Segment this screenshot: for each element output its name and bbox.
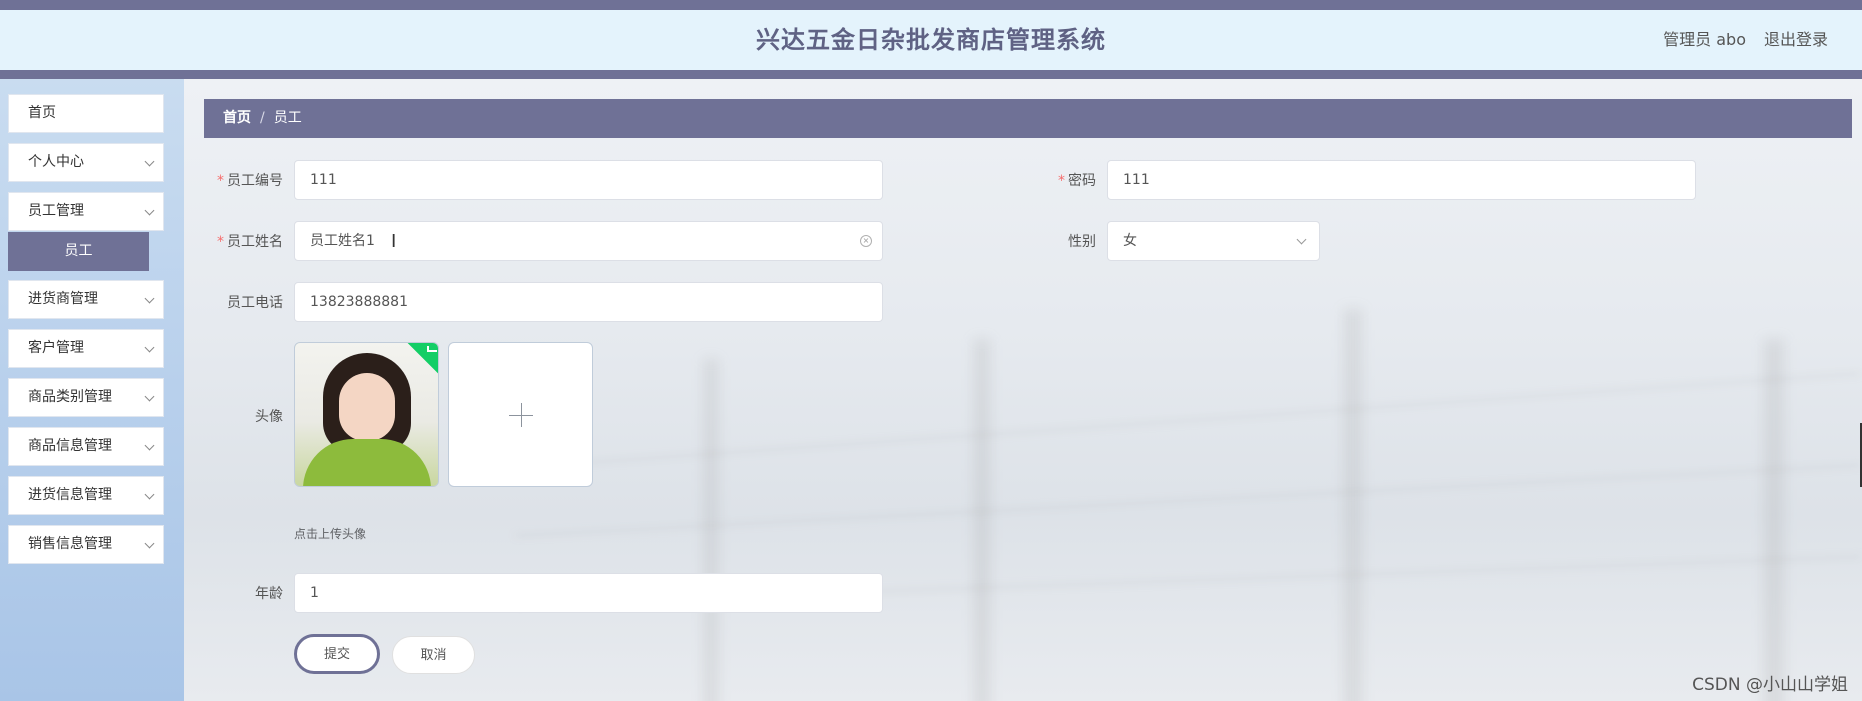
watermark: CSDN @小山山学姐	[1692, 675, 1848, 695]
sidebar-item-customer-management[interactable]: 客户管理	[8, 329, 164, 368]
app-title: 兴达五金日杂批发商店管理系统	[756, 26, 1106, 54]
breadcrumb-separator: /	[260, 110, 265, 126]
phone-label: 员工电话	[227, 295, 283, 311]
current-user: 管理员 abo	[1663, 30, 1746, 49]
sidebar-item-sales-management[interactable]: 销售信息管理	[8, 525, 164, 564]
chevron-down-icon	[144, 156, 155, 167]
sidebar-item-label: 商品信息管理	[28, 438, 112, 454]
background-decor	[704, 359, 718, 701]
upload-avatar-button[interactable]	[448, 342, 593, 487]
upload-hint: 点击上传头像	[294, 527, 367, 541]
avatar-label: 头像	[255, 409, 283, 425]
header-bottom-strip	[0, 70, 1862, 79]
cancel-button[interactable]: 取消	[392, 636, 475, 674]
sidebar-item-purchase-management[interactable]: 进货信息管理	[8, 476, 164, 515]
chevron-down-icon	[1296, 234, 1307, 245]
chevron-down-icon	[144, 205, 155, 216]
emp-name-label: * 员工姓名	[217, 234, 283, 250]
sidebar-item-label: 个人中心	[28, 154, 84, 170]
sidebar-item-label: 销售信息管理	[28, 536, 112, 552]
sidebar-item-supplier-management[interactable]: 进货商管理	[8, 280, 164, 319]
required-mark: *	[217, 173, 224, 189]
sidebar-item-label: 首页	[28, 105, 56, 121]
chevron-down-icon	[144, 391, 155, 402]
header-top-strip	[0, 0, 1862, 10]
sidebar-item-personal-center[interactable]: 个人中心	[8, 143, 164, 182]
chevron-down-icon	[144, 342, 155, 353]
required-mark: *	[217, 234, 224, 250]
phone-field[interactable]: 13823888881	[294, 282, 883, 322]
sidebar-item-label: 进货信息管理	[28, 487, 112, 503]
background-decor	[974, 339, 990, 701]
sidebar-item-home[interactable]: 首页	[8, 94, 164, 133]
breadcrumb-current: 员工	[273, 110, 302, 126]
avatar-image-detail	[339, 373, 395, 441]
sidebar-item-product-management[interactable]: 商品信息管理	[8, 427, 164, 466]
gender-label: 性别	[1068, 234, 1096, 250]
sidebar-item-label: 商品类别管理	[28, 389, 112, 405]
password-field[interactable]: 111	[1107, 160, 1696, 200]
sidebar-item-employee-management[interactable]: 员工管理	[8, 192, 164, 231]
text-cursor-icon: I	[391, 233, 396, 251]
logout-link[interactable]: 退出登录	[1764, 10, 1828, 70]
background-decor	[1764, 339, 1784, 701]
sidebar-subitem-employee[interactable]: 员工	[8, 232, 149, 271]
required-mark: *	[1058, 173, 1065, 189]
chevron-down-icon	[144, 440, 155, 451]
gender-value: 女	[1123, 233, 1137, 249]
emp-name-field[interactable]: 员工姓名1 ×	[294, 221, 883, 261]
emp-no-field[interactable]: 111	[294, 160, 883, 200]
plus-icon	[521, 403, 522, 427]
sidebar-item-label: 员工管理	[28, 203, 84, 219]
breadcrumb-home[interactable]: 首页	[223, 110, 251, 126]
gender-select[interactable]: 女	[1107, 221, 1320, 261]
chevron-down-icon	[144, 538, 155, 549]
emp-name-value: 员工姓名1	[310, 233, 375, 249]
submit-button[interactable]: 提交	[294, 634, 380, 674]
clear-icon[interactable]: ×	[860, 235, 872, 247]
breadcrumb: 首页 / 员工	[204, 99, 1852, 138]
sidebar-item-category-management[interactable]: 商品类别管理	[8, 378, 164, 417]
background-decor	[1344, 309, 1362, 701]
sidebar-item-label: 进货商管理	[28, 291, 98, 307]
chevron-down-icon	[144, 293, 155, 304]
emp-no-label: * 员工编号	[217, 173, 283, 189]
chevron-down-icon	[144, 489, 155, 500]
age-field[interactable]: 1	[294, 573, 883, 613]
avatar-preview[interactable]	[294, 342, 439, 487]
password-label: * 密码	[1058, 173, 1096, 189]
age-label: 年龄	[255, 586, 283, 602]
sidebar-item-label: 客户管理	[28, 340, 84, 356]
